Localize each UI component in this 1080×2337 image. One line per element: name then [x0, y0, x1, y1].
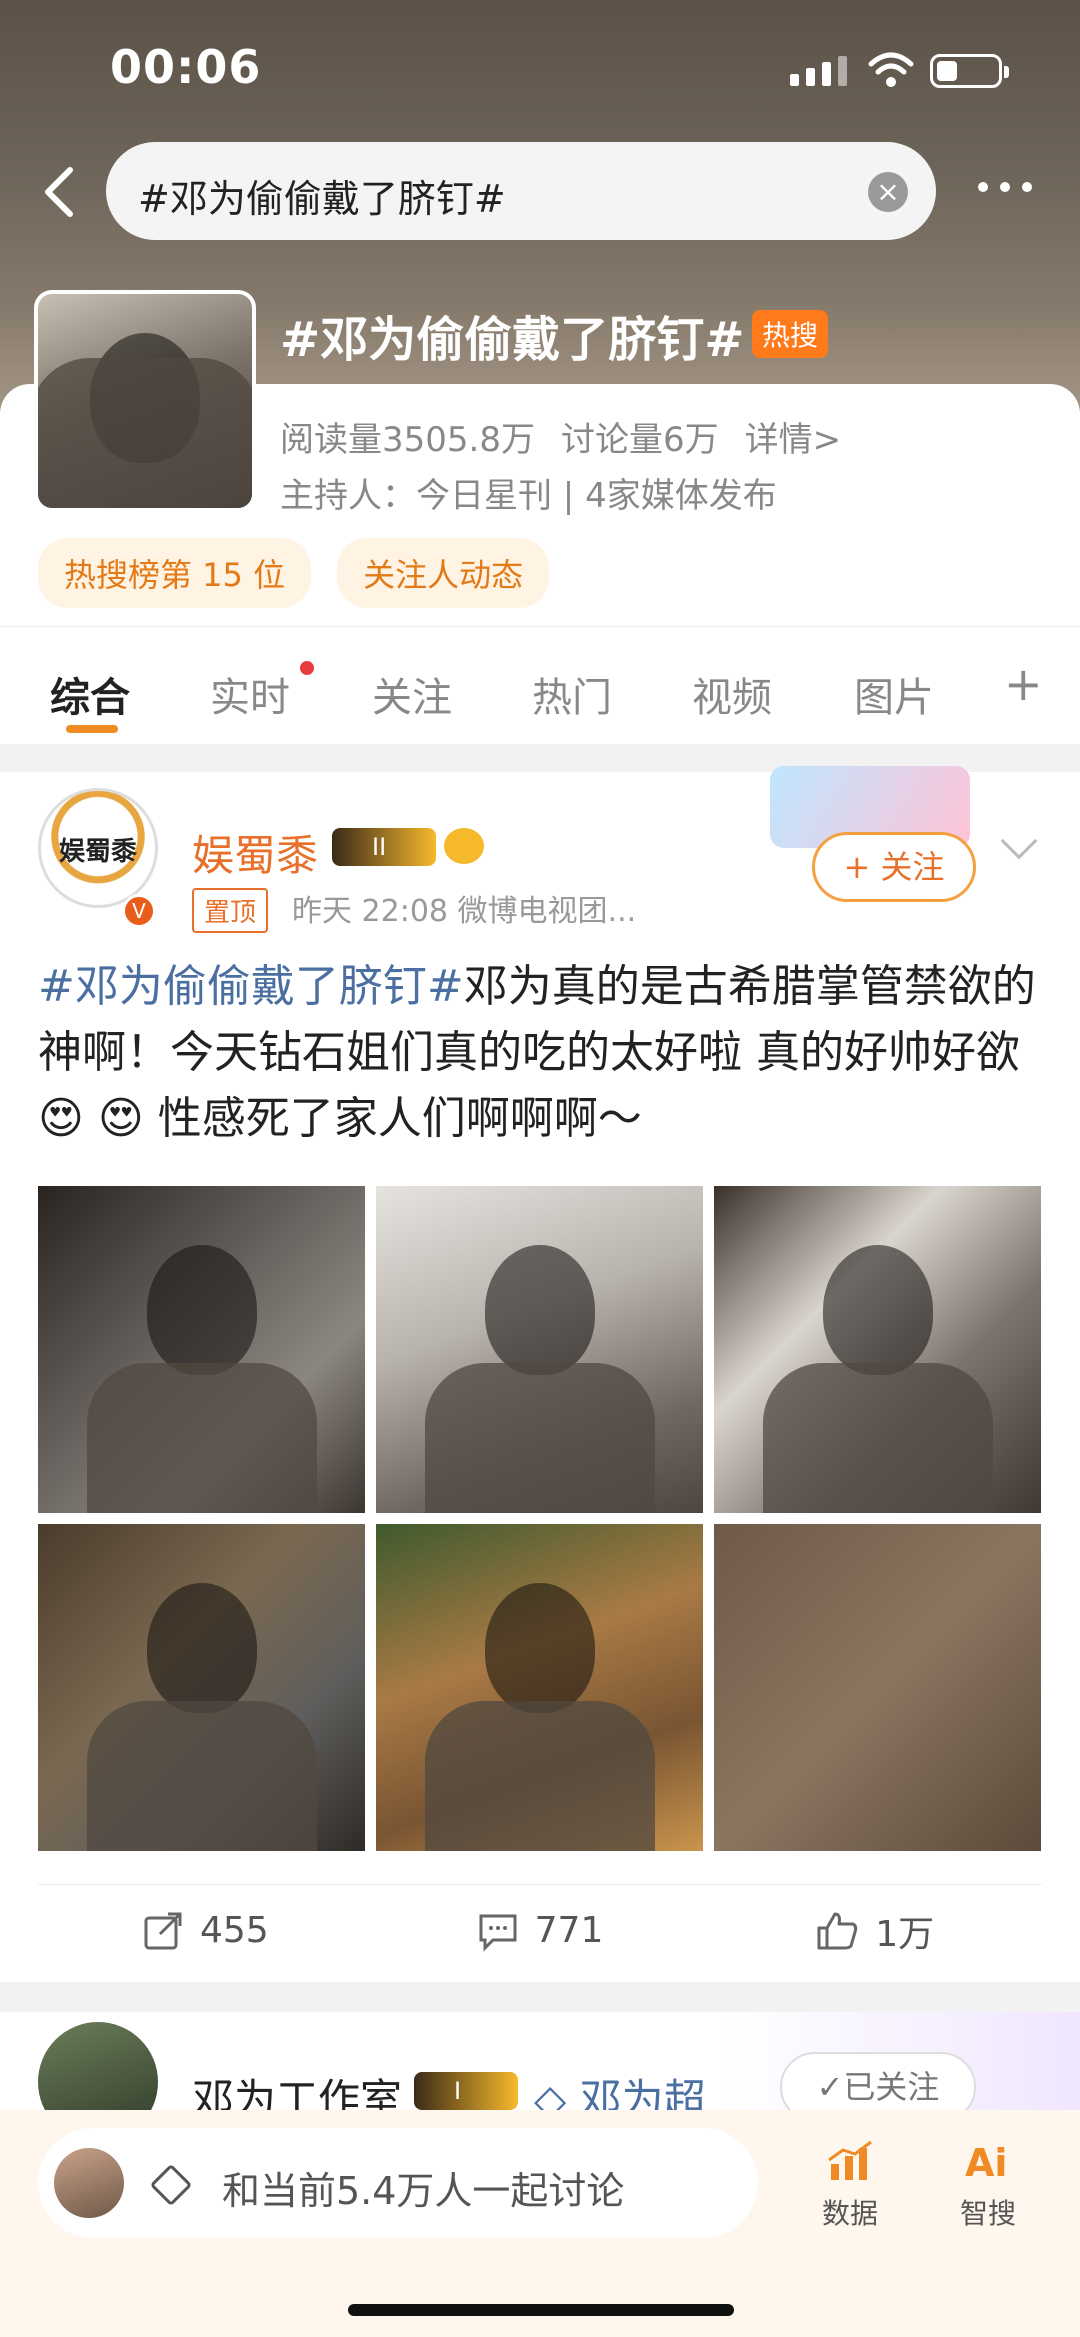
member-level-badge: I — [414, 2072, 518, 2110]
compose-placeholder: 和当前5.4万人一起讨论 — [222, 2169, 625, 2213]
search-nav-row: #邓为偷偷戴了脐钉# × — [0, 140, 1080, 240]
tab-realtime[interactable]: 实时 — [210, 665, 290, 723]
photo-thumbnail[interactable] — [714, 1186, 1041, 1513]
topic-tags: 热搜榜第 15 位 关注人动态 — [38, 538, 550, 608]
bar-chart-icon — [828, 2140, 872, 2180]
thumbs-up-icon — [817, 1912, 858, 1949]
svg-text:Ai: Ai — [965, 2141, 1007, 2184]
data-button[interactable]: 数据 — [800, 2138, 900, 2232]
chevron-down-icon[interactable] — [1000, 822, 1038, 860]
photo-thumbnail[interactable] — [376, 1524, 703, 1851]
avatar[interactable]: 娱蜀黍 — [38, 788, 158, 908]
hot-search-badge: 热搜 — [752, 310, 829, 358]
status-time: 00:06 — [110, 40, 262, 94]
comment-button[interactable]: 771 — [373, 1885, 708, 1976]
photo-thumbnail[interactable] — [38, 1524, 365, 1851]
clear-icon[interactable]: × — [868, 172, 908, 212]
search-query-text: #邓为偷偷戴了脐钉# — [138, 177, 506, 221]
tab-following[interactable]: 关注 — [372, 665, 452, 723]
battery-icon — [930, 54, 1009, 88]
ai-search-label: 智搜 — [959, 2197, 1016, 2230]
topic-stats: 阅读量3505.8万 讨论量6万 详情> — [280, 412, 841, 461]
back-arrow-icon[interactable] — [32, 162, 92, 222]
topic-link[interactable]: #邓为偷偷戴了脐钉# — [38, 961, 464, 1012]
ai-icon: Ai — [965, 2141, 1007, 2184]
fan-badge-icon — [444, 828, 484, 864]
more-options-icon[interactable] — [978, 182, 1032, 192]
username[interactable]: 娱蜀黍 — [192, 822, 318, 883]
active-tab-indicator — [66, 725, 118, 733]
post-text: #邓为偷偷戴了脐钉#邓为真的是古希腊掌管禁欲的神啊！今天钻石姐们真的吃的太好啦 … — [38, 954, 1048, 1152]
compose-input[interactable]: 和当前5.4万人一起讨论 — [38, 2128, 758, 2238]
tab-images[interactable]: 图片 — [854, 665, 934, 723]
post-action-bar: 455 771 1万 — [38, 1884, 1042, 1976]
pen-icon — [149, 2163, 193, 2207]
signal-icon — [790, 56, 847, 86]
post-meta: 昨天 22:08 微博电视团... — [292, 894, 637, 929]
pinned-tag: 置顶 — [192, 888, 269, 933]
new-content-dot — [300, 661, 314, 675]
details-link[interactable]: 详情> — [745, 412, 842, 461]
repost-button[interactable]: 455 — [38, 1885, 373, 1976]
topic-title: #邓为偷偷戴了脐钉# — [280, 312, 745, 368]
topic-cover-image[interactable] — [34, 290, 256, 512]
tab-hot[interactable]: 热门 — [532, 665, 612, 723]
comment-count: 771 — [534, 1910, 604, 1951]
tab-video[interactable]: 视频 — [692, 665, 772, 723]
like-button[interactable]: 1万 — [707, 1885, 1042, 1976]
photo-grid — [38, 1186, 1042, 1851]
tab-general[interactable]: 综合 — [50, 665, 130, 723]
repost-count: 455 — [199, 1910, 269, 1951]
following-updates-tag[interactable]: 关注人动态 — [337, 538, 550, 608]
photo-thumbnail[interactable] — [376, 1186, 703, 1513]
status-bar: 00:06 — [0, 0, 1080, 130]
comment-icon — [479, 1914, 517, 1952]
tab-bar: 综合 实时 关注 热门 视频 图片 + — [0, 626, 1080, 742]
follow-button[interactable]: + 关注 — [812, 832, 976, 902]
home-indicator[interactable] — [348, 2304, 734, 2316]
hot-rank-tag[interactable]: 热搜榜第 15 位 — [38, 538, 312, 608]
add-tab-icon[interactable]: + — [1004, 657, 1043, 711]
bottom-compose-bar: 和当前5.4万人一起讨论 数据 Ai 智搜 — [0, 2110, 1080, 2337]
post-card: 娱蜀黍 V 娱蜀黍 II 置顶 昨天 22:08 微博电视团... + 关注 #… — [0, 766, 1080, 1982]
data-label: 数据 — [821, 2197, 878, 2230]
share-icon — [144, 1912, 182, 1949]
ai-search-button[interactable]: Ai 智搜 — [938, 2138, 1038, 2232]
read-count: 阅读量3505.8万 — [280, 420, 535, 460]
topic-host: 主持人：今日星刊 | 4家媒体发布 — [280, 476, 777, 516]
verified-badge-icon: V — [122, 894, 156, 928]
member-level-badge: II — [332, 828, 436, 866]
photo-thumbnail[interactable] — [38, 1186, 365, 1513]
avatar-text: 娱蜀黍 — [58, 837, 137, 867]
like-count: 1万 — [875, 1913, 935, 1955]
search-input[interactable]: #邓为偷偷戴了脐钉# × — [106, 142, 936, 240]
photo-thumbnail[interactable] — [714, 1524, 1041, 1851]
discussion-count: 讨论量6万 — [560, 420, 719, 460]
avatar — [54, 2148, 124, 2218]
wifi-icon — [868, 52, 914, 87]
